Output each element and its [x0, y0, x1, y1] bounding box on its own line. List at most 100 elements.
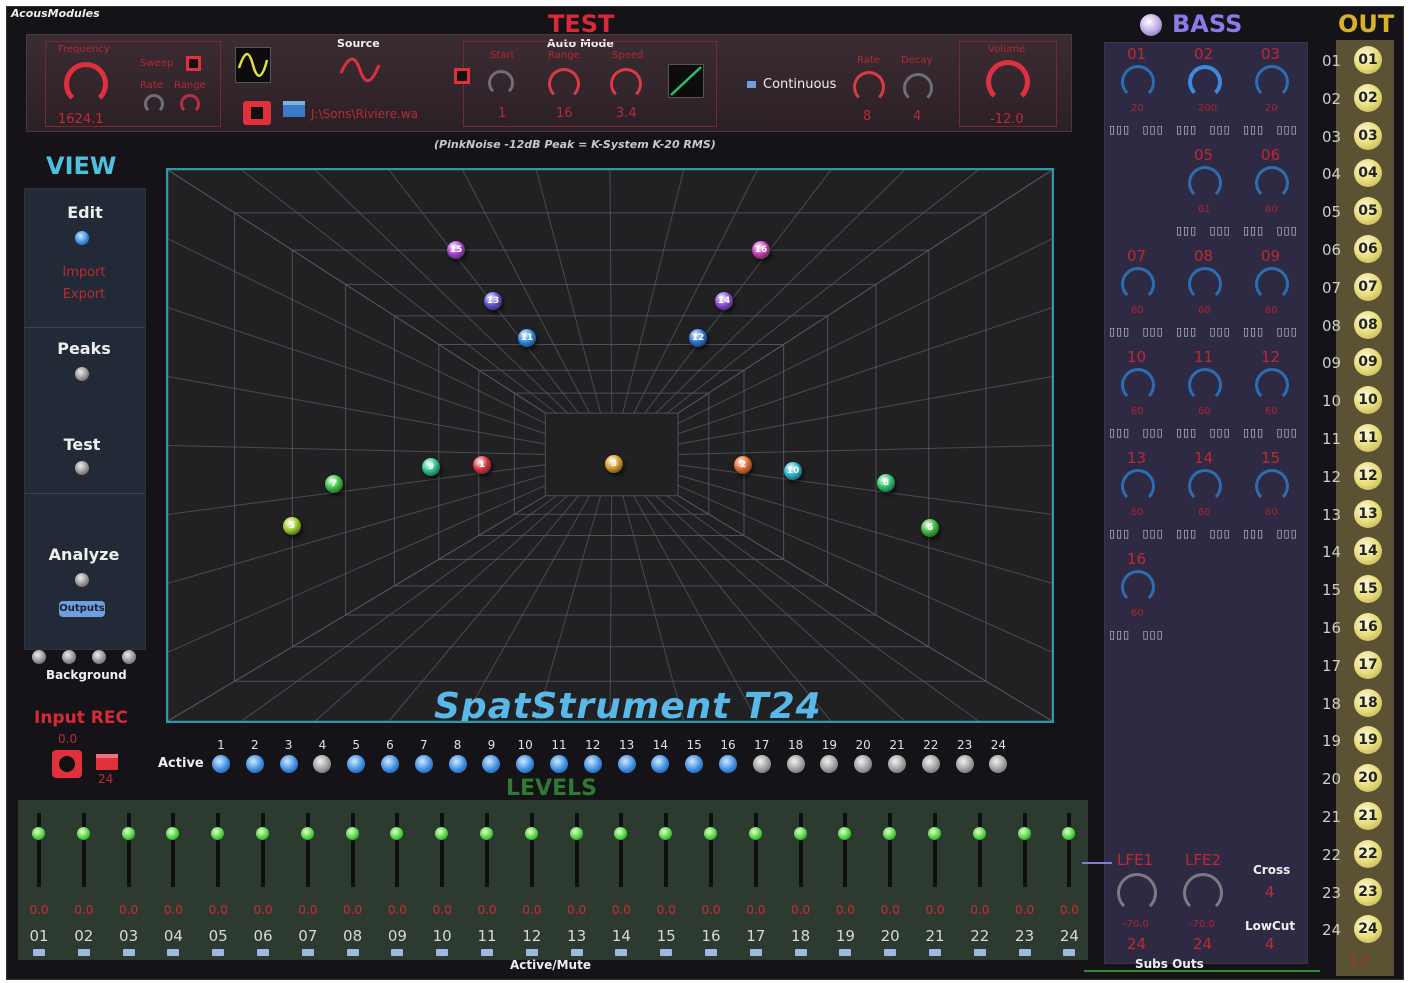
bass-knob-09[interactable]	[1255, 267, 1289, 301]
speaker-12[interactable]: 12	[689, 329, 707, 347]
fader-handle[interactable]	[928, 827, 941, 840]
mute-toggle[interactable]	[301, 949, 314, 956]
bass-knob-08[interactable]	[1188, 267, 1222, 301]
fader-track[interactable]	[216, 813, 221, 887]
bass-mode-glyph[interactable]: ▯▯▯	[1243, 325, 1264, 338]
test-led[interactable]	[75, 461, 89, 475]
out-route-badge[interactable]: 03	[1354, 121, 1382, 150]
fader-handle[interactable]	[166, 827, 180, 840]
bass-knob-10[interactable]	[1121, 368, 1155, 402]
bass-mode-glyph[interactable]: ▯▯▯	[1243, 224, 1264, 237]
bass-knob-01[interactable]	[1121, 65, 1155, 99]
fader-track[interactable]	[305, 813, 310, 887]
ramp-icon[interactable]	[668, 64, 704, 98]
fader-handle[interactable]	[883, 827, 897, 840]
active-toggle-21[interactable]	[888, 755, 906, 773]
mute-toggle[interactable]	[1063, 949, 1076, 956]
fader-track[interactable]	[933, 813, 937, 887]
mute-toggle[interactable]	[705, 949, 717, 956]
speaker-6[interactable]: 6	[921, 519, 939, 537]
bass-mode-glyph[interactable]: ▯▯▯	[1109, 527, 1130, 540]
fader-track[interactable]	[350, 813, 355, 887]
mute-toggle[interactable]	[1018, 949, 1031, 956]
fader-track[interactable]	[81, 813, 86, 887]
bass-knob-07[interactable]	[1121, 267, 1155, 301]
folder-icon[interactable]	[283, 101, 305, 117]
active-toggle-11[interactable]	[550, 755, 568, 773]
speaker-15[interactable]: 15	[447, 241, 465, 259]
fader-handle[interactable]	[121, 827, 135, 840]
mute-toggle[interactable]	[973, 949, 986, 956]
speaker-9[interactable]: 9	[422, 458, 440, 476]
bass-mode-glyph[interactable]: ▯▯▯	[1210, 224, 1231, 237]
fader-handle[interactable]	[435, 827, 449, 840]
fader-handle[interactable]	[569, 827, 583, 840]
fader-track[interactable]	[126, 813, 131, 887]
mute-toggle[interactable]	[839, 949, 852, 956]
edit-led[interactable]	[75, 231, 89, 245]
bass-knob-15[interactable]	[1255, 469, 1289, 503]
fader-handle[interactable]	[480, 827, 493, 840]
bass-mode-glyph[interactable]: ▯▯▯	[1109, 426, 1130, 439]
out-route-badge[interactable]: 12	[1354, 461, 1382, 490]
bass-mode-glyph[interactable]: ▯▯▯	[1143, 628, 1164, 641]
fader-handle[interactable]	[1017, 827, 1031, 840]
fader-track[interactable]	[529, 813, 534, 887]
fader-track[interactable]	[261, 813, 265, 887]
out-route-badge[interactable]: 16	[1354, 613, 1382, 641]
lfe2-knob[interactable]	[1183, 873, 1223, 913]
bass-knob-06[interactable]	[1255, 166, 1289, 200]
bass-mode-glyph[interactable]: ▯▯▯	[1176, 325, 1197, 338]
speaker-16[interactable]: 16	[752, 241, 770, 259]
record-button[interactable]	[52, 750, 82, 778]
source-stop-button[interactable]	[243, 101, 271, 125]
active-toggle-1[interactable]	[212, 755, 230, 773]
fader-handle[interactable]	[659, 827, 673, 840]
mute-toggle[interactable]	[615, 949, 628, 956]
start-knob[interactable]	[488, 70, 514, 96]
active-toggle-16[interactable]	[719, 755, 737, 773]
fader-handle[interactable]	[793, 827, 807, 840]
active-toggle-6[interactable]	[381, 755, 399, 773]
fader-handle[interactable]	[211, 827, 225, 840]
out-route-badge[interactable]: 24	[1354, 915, 1382, 944]
fader-track[interactable]	[440, 813, 445, 887]
mute-toggle[interactable]	[77, 949, 90, 956]
fader-track[interactable]	[619, 813, 624, 887]
out-route-badge[interactable]: 19	[1354, 726, 1382, 755]
fader-track[interactable]	[798, 813, 803, 887]
bass-mode-glyph[interactable]: ▯▯▯	[1210, 123, 1231, 136]
speaker-2[interactable]: 2	[734, 456, 752, 474]
speaker-5[interactable]: 5	[283, 517, 301, 535]
mute-toggle[interactable]	[122, 949, 135, 956]
out-route-badge[interactable]: 07	[1354, 272, 1382, 301]
mute-toggle[interactable]	[570, 949, 583, 956]
out-route-badge[interactable]: 13	[1354, 499, 1382, 528]
fader-handle[interactable]	[256, 827, 269, 840]
bass-mode-glyph[interactable]: ▯▯▯	[1277, 325, 1298, 338]
speaker-14[interactable]: 14	[715, 292, 733, 310]
rec-folder-icon[interactable]	[96, 754, 118, 770]
mute-toggle[interactable]	[794, 949, 807, 956]
out-route-badge[interactable]: 05	[1354, 197, 1382, 226]
out-route-badge[interactable]: 18	[1354, 688, 1382, 717]
decay-rate-knob[interactable]	[853, 71, 885, 103]
fader-track[interactable]	[574, 813, 579, 887]
sine-wave-icon[interactable]	[235, 47, 271, 83]
fader-handle[interactable]	[1062, 827, 1076, 840]
spatial-view[interactable]: 1 2 3 5 6 7 8 9 10 11 12 13 14 15 16 SpatStrument T24	[166, 168, 1054, 723]
bass-mode-glyph[interactable]: ▯▯▯	[1277, 527, 1298, 540]
fader-handle[interactable]	[614, 827, 628, 840]
mute-toggle[interactable]	[884, 949, 897, 956]
speed-knob[interactable]	[610, 68, 642, 100]
active-toggle-22[interactable]	[921, 755, 940, 773]
speaker-1[interactable]: 1	[473, 456, 491, 474]
bass-mode-glyph[interactable]: ▯▯▯	[1109, 628, 1130, 641]
auto-mode-checkbox[interactable]	[454, 68, 470, 84]
fader-handle[interactable]	[300, 827, 314, 840]
bass-mode-glyph[interactable]: ▯▯▯	[1210, 426, 1231, 439]
bass-knob-11[interactable]	[1188, 368, 1222, 402]
bass-mode-glyph[interactable]: ▯▯▯	[1176, 527, 1197, 540]
out-route-badge[interactable]: 11	[1354, 424, 1382, 452]
background-selector[interactable]	[32, 650, 142, 666]
